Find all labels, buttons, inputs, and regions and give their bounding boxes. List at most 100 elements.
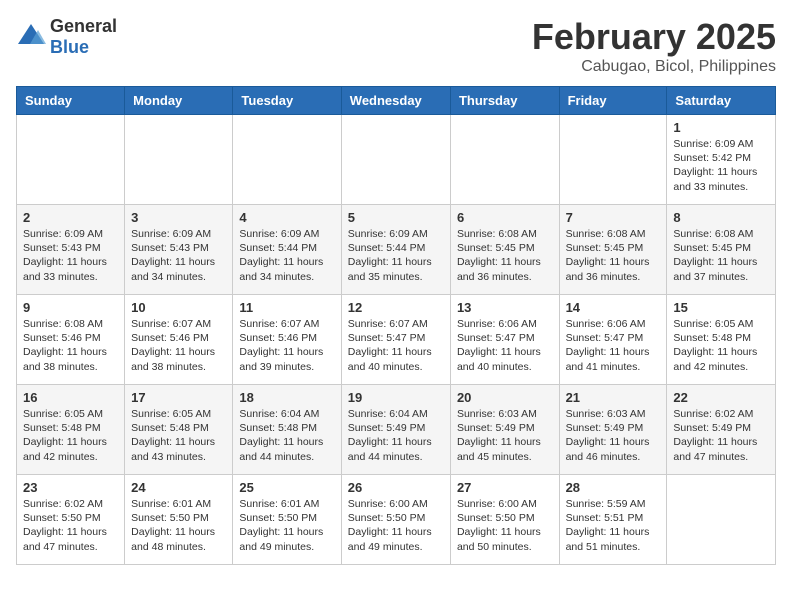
page-header: General Blue February 2025 Cabugao, Bico…: [16, 16, 776, 76]
day-number: 3: [131, 210, 226, 225]
day-of-week-header: Thursday: [450, 87, 559, 115]
day-info: Sunrise: 6:05 AM Sunset: 5:48 PM Dayligh…: [673, 317, 769, 374]
day-number: 1: [673, 120, 769, 135]
day-number: 15: [673, 300, 769, 315]
day-info: Sunrise: 6:08 AM Sunset: 5:45 PM Dayligh…: [673, 227, 769, 284]
calendar-cell: 21Sunrise: 6:03 AM Sunset: 5:49 PM Dayli…: [559, 385, 667, 475]
calendar-cell: 14 Sunrise: 6:06 AM Sunset: 5:47 PM Dayli…: [559, 295, 667, 385]
day-info: Sunrise: 6:01 AM Sunset: 5:50 PM Dayligh…: [239, 497, 334, 554]
day-info: Sunrise: 6:00 AM Sunset: 5:50 PM Dayligh…: [457, 497, 553, 554]
day-number: 17: [131, 390, 226, 405]
day-info: Sunrise: 6:06 AM Sunset: 5:47 PM Dayligh…: [457, 317, 553, 374]
day-info: Sunrise: 6:07 AM Sunset: 5:47 PM Dayligh…: [348, 317, 444, 374]
calendar-cell: 4 Sunrise: 6:09 AM Sunset: 5:44 PM Daylig…: [233, 205, 341, 295]
calendar-week-row: 23Sunrise: 6:02 AM Sunset: 5:50 PM Dayli…: [17, 475, 776, 565]
day-of-week-header: Saturday: [667, 87, 776, 115]
calendar-cell: 7 Sunrise: 6:08 AM Sunset: 5:45 PM Daylig…: [559, 205, 667, 295]
day-info: Sunrise: 6:07 AM Sunset: 5:46 PM Dayligh…: [239, 317, 334, 374]
calendar-cell: 15 Sunrise: 6:05 AM Sunset: 5:48 PM Dayli…: [667, 295, 776, 385]
day-info: Sunrise: 6:09 AM Sunset: 5:42 PM Dayligh…: [673, 137, 769, 194]
day-number: 20: [457, 390, 553, 405]
day-number: 7: [566, 210, 661, 225]
calendar-cell: 27 Sunrise: 6:00 AM Sunset: 5:50 PM Dayli…: [450, 475, 559, 565]
day-number: 27: [457, 480, 553, 495]
day-info: Sunrise: 6:03 AM Sunset: 5:49 PM Dayligh…: [457, 407, 553, 464]
calendar-cell: 10 Sunrise: 6:07 AM Sunset: 5:46 PM Dayli…: [125, 295, 233, 385]
calendar-cell: 18 Sunrise: 6:04 AM Sunset: 5:48 PM Dayli…: [233, 385, 341, 475]
day-number: 8: [673, 210, 769, 225]
day-number: 6: [457, 210, 553, 225]
day-info: Sunrise: 6:08 AM Sunset: 5:45 PM Dayligh…: [566, 227, 661, 284]
calendar-table: SundayMondayTuesdayWednesdayThursdayFrid…: [16, 86, 776, 565]
day-number: 12: [348, 300, 444, 315]
calendar-cell: 19Sunrise: 6:04 AM Sunset: 5:49 PM Dayli…: [341, 385, 450, 475]
day-number: 2: [23, 210, 118, 225]
day-of-week-header: Monday: [125, 87, 233, 115]
day-number: 9: [23, 300, 118, 315]
day-info: Sunrise: 6:05 AM Sunset: 5:48 PM Dayligh…: [23, 407, 118, 464]
calendar-cell: 5Sunrise: 6:09 AM Sunset: 5:44 PM Daylig…: [341, 205, 450, 295]
day-info: Sunrise: 6:00 AM Sunset: 5:50 PM Dayligh…: [348, 497, 444, 554]
calendar-cell: 13 Sunrise: 6:06 AM Sunset: 5:47 PM Dayli…: [450, 295, 559, 385]
calendar-cell: 6 Sunrise: 6:08 AM Sunset: 5:45 PM Daylig…: [450, 205, 559, 295]
day-number: 22: [673, 390, 769, 405]
calendar-cell: 3 Sunrise: 6:09 AM Sunset: 5:43 PM Daylig…: [125, 205, 233, 295]
calendar-cell: 17 Sunrise: 6:05 AM Sunset: 5:48 PM Dayli…: [125, 385, 233, 475]
calendar-cell: 20 Sunrise: 6:03 AM Sunset: 5:49 PM Dayli…: [450, 385, 559, 475]
calendar-cell: [17, 115, 125, 205]
calendar-cell: 11 Sunrise: 6:07 AM Sunset: 5:46 PM Dayli…: [233, 295, 341, 385]
day-number: 18: [239, 390, 334, 405]
day-number: 14: [566, 300, 661, 315]
month-title: February 2025: [532, 16, 776, 58]
calendar-cell: 1 Sunrise: 6:09 AM Sunset: 5:42 PM Daylig…: [667, 115, 776, 205]
day-info: Sunrise: 6:01 AM Sunset: 5:50 PM Dayligh…: [131, 497, 226, 554]
day-info: Sunrise: 6:02 AM Sunset: 5:50 PM Dayligh…: [23, 497, 118, 554]
day-number: 4: [239, 210, 334, 225]
day-info: Sunrise: 6:02 AM Sunset: 5:49 PM Dayligh…: [673, 407, 769, 464]
day-info: Sunrise: 6:07 AM Sunset: 5:46 PM Dayligh…: [131, 317, 226, 374]
day-number: 13: [457, 300, 553, 315]
day-of-week-header: Tuesday: [233, 87, 341, 115]
day-number: 11: [239, 300, 334, 315]
calendar-cell: 16Sunrise: 6:05 AM Sunset: 5:48 PM Dayli…: [17, 385, 125, 475]
title-section: February 2025 Cabugao, Bicol, Philippine…: [532, 16, 776, 76]
calendar-cell: [559, 115, 667, 205]
calendar-cell: [341, 115, 450, 205]
day-number: 10: [131, 300, 226, 315]
day-number: 24: [131, 480, 226, 495]
day-info: Sunrise: 6:09 AM Sunset: 5:44 PM Dayligh…: [239, 227, 334, 284]
calendar-week-row: 9Sunrise: 6:08 AM Sunset: 5:46 PM Daylig…: [17, 295, 776, 385]
calendar-cell: 25 Sunrise: 6:01 AM Sunset: 5:50 PM Dayli…: [233, 475, 341, 565]
calendar-cell: 12 Sunrise: 6:07 AM Sunset: 5:47 PM Dayli…: [341, 295, 450, 385]
day-of-week-header: Sunday: [17, 87, 125, 115]
calendar-cell: [450, 115, 559, 205]
calendar-cell: 24 Sunrise: 6:01 AM Sunset: 5:50 PM Dayli…: [125, 475, 233, 565]
day-info: Sunrise: 6:05 AM Sunset: 5:48 PM Dayligh…: [131, 407, 226, 464]
calendar-cell: 2 Sunrise: 6:09 AM Sunset: 5:43 PM Daylig…: [17, 205, 125, 295]
calendar-header-row: SundayMondayTuesdayWednesdayThursdayFrid…: [17, 87, 776, 115]
calendar-week-row: 1 Sunrise: 6:09 AM Sunset: 5:42 PM Daylig…: [17, 115, 776, 205]
calendar-cell: 26 Sunrise: 6:00 AM Sunset: 5:50 PM Dayli…: [341, 475, 450, 565]
calendar-cell: 8 Sunrise: 6:08 AM Sunset: 5:45 PM Daylig…: [667, 205, 776, 295]
calendar-cell: [667, 475, 776, 565]
calendar-cell: [233, 115, 341, 205]
calendar-week-row: 16Sunrise: 6:05 AM Sunset: 5:48 PM Dayli…: [17, 385, 776, 475]
logo: General Blue: [16, 16, 117, 58]
day-number: 19: [348, 390, 444, 405]
calendar-week-row: 2 Sunrise: 6:09 AM Sunset: 5:43 PM Daylig…: [17, 205, 776, 295]
day-info: Sunrise: 6:09 AM Sunset: 5:43 PM Dayligh…: [23, 227, 118, 284]
day-number: 25: [239, 480, 334, 495]
calendar-cell: 28Sunrise: 5:59 AM Sunset: 5:51 PM Dayli…: [559, 475, 667, 565]
day-of-week-header: Friday: [559, 87, 667, 115]
day-info: Sunrise: 6:09 AM Sunset: 5:43 PM Dayligh…: [131, 227, 226, 284]
location-title: Cabugao, Bicol, Philippines: [532, 58, 776, 76]
day-of-week-header: Wednesday: [341, 87, 450, 115]
calendar-cell: [125, 115, 233, 205]
calendar-cell: 22 Sunrise: 6:02 AM Sunset: 5:49 PM Dayli…: [667, 385, 776, 475]
day-info: Sunrise: 6:08 AM Sunset: 5:45 PM Dayligh…: [457, 227, 553, 284]
logo-icon: [16, 22, 46, 53]
day-number: 26: [348, 480, 444, 495]
day-info: Sunrise: 6:06 AM Sunset: 5:47 PM Dayligh…: [566, 317, 661, 374]
day-info: Sunrise: 5:59 AM Sunset: 5:51 PM Dayligh…: [566, 497, 661, 554]
day-info: Sunrise: 6:04 AM Sunset: 5:48 PM Dayligh…: [239, 407, 334, 464]
